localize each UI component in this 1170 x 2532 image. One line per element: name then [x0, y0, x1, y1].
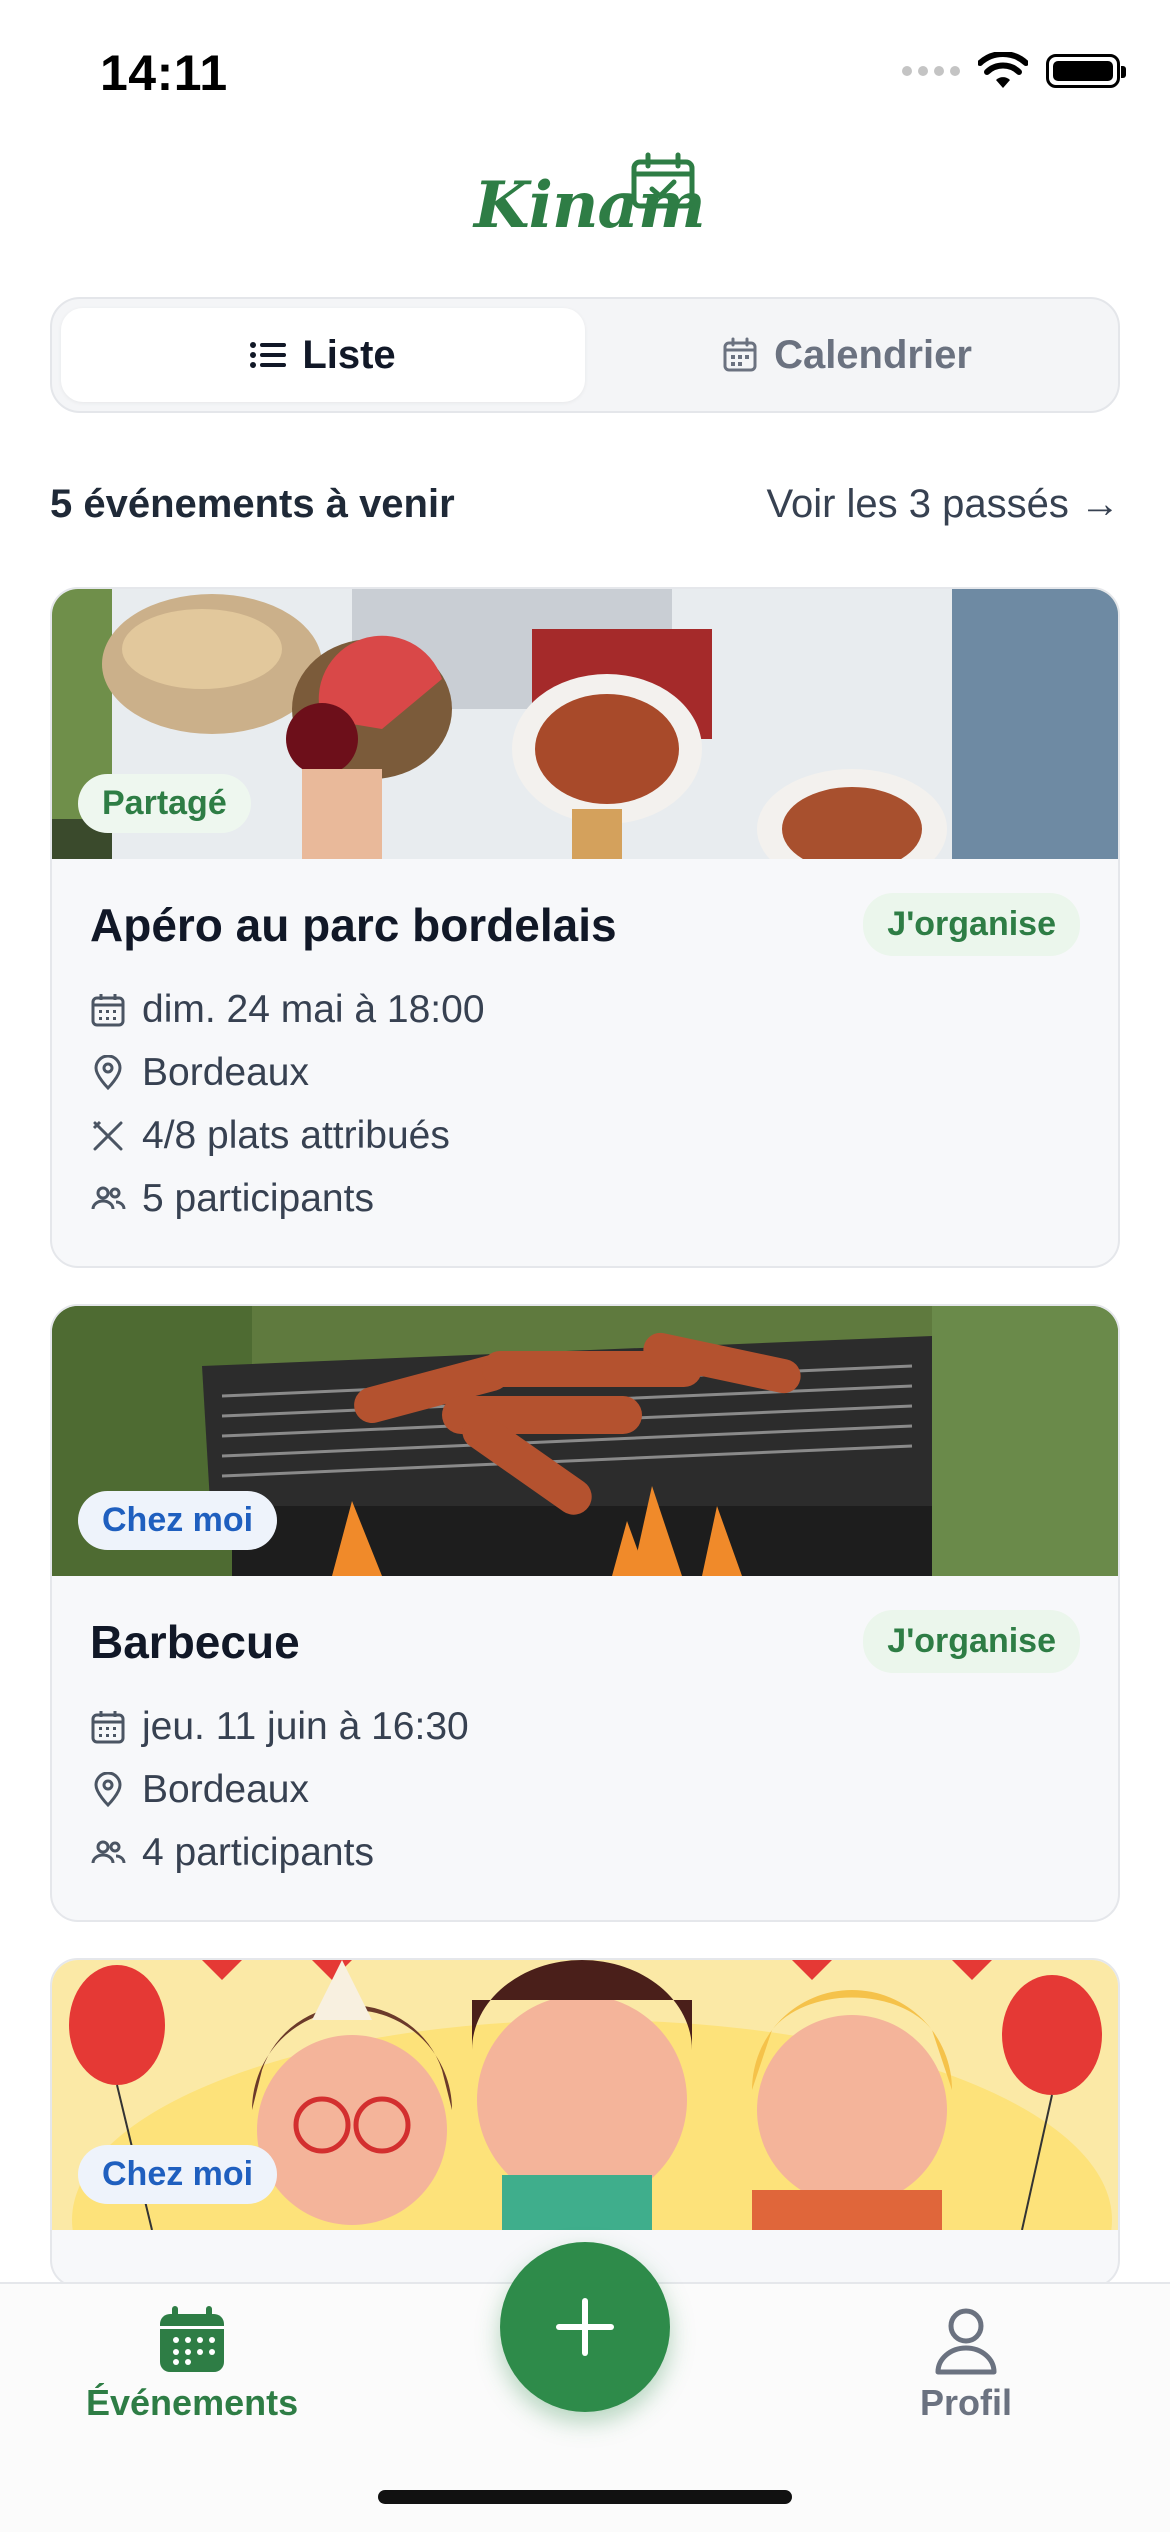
- organizer-badge: J'organise: [863, 1610, 1080, 1673]
- status-time: 14:11: [100, 45, 228, 101]
- event-date: jeu. 11 juin à 16:30: [90, 1695, 1080, 1758]
- calendar-icon: [723, 337, 757, 372]
- event-date: dim. 24 mai à 18:00: [90, 978, 1080, 1041]
- event-participants: 5 participants: [90, 1167, 1080, 1230]
- event-title: Barbecue: [90, 1615, 300, 1668]
- calendar-icon: [160, 2306, 225, 2372]
- event-location: Bordeaux: [90, 1758, 1080, 1821]
- upcoming-count: 5 événements à venir: [50, 482, 455, 526]
- event-image-barbecue: Chez moi: [52, 1306, 1118, 1576]
- section-header: 5 événements à venir Voir les 3 passés →: [50, 482, 1120, 527]
- tab-list[interactable]: Liste: [61, 308, 585, 402]
- battery-icon: [1046, 54, 1126, 88]
- event-card[interactable]: Chez moi: [50, 1958, 1120, 2288]
- tab-list-label: Liste: [302, 332, 396, 377]
- calendar-check-icon: [631, 152, 695, 209]
- calendar-icon: [91, 993, 125, 1026]
- users-icon: [91, 1840, 126, 1863]
- nav-profile-label: Profil: [920, 2382, 1013, 2423]
- list-icon: [250, 342, 287, 368]
- app-logo: Kinam: [470, 150, 706, 250]
- location-pin-icon: [94, 1771, 122, 1807]
- user-icon: [935, 2308, 997, 2375]
- organizer-badge: J'organise: [863, 893, 1080, 956]
- event-card[interactable]: Partagé Apéro au parc bordelais J'organi…: [50, 587, 1120, 1268]
- event-type-chip: Partagé: [78, 774, 251, 833]
- event-title: Apéro au parc bordelais: [90, 898, 617, 951]
- users-icon: [91, 1186, 126, 1209]
- event-location: Bordeaux: [90, 1041, 1080, 1104]
- location-pin-icon: [94, 1054, 122, 1090]
- nav-profile[interactable]: Profil: [920, 2304, 1012, 2424]
- plus-icon: [556, 2298, 614, 2356]
- past-events-link[interactable]: Voir les 3 passés →: [767, 482, 1121, 527]
- signal-icon: [902, 66, 960, 76]
- status-icons: [902, 52, 1126, 90]
- add-event-button[interactable]: [500, 2242, 670, 2412]
- event-type-chip: Chez moi: [78, 2145, 278, 2204]
- view-toggle: Liste Calendrier: [50, 297, 1120, 413]
- home-indicator: [378, 2490, 792, 2504]
- event-type-chip: Chez moi: [78, 1491, 278, 1550]
- event-participants: 4 participants: [90, 1821, 1080, 1884]
- nav-events-label: Événements: [86, 2382, 299, 2423]
- status-bar: 14:11: [0, 0, 1170, 150]
- event-card[interactable]: Chez moi Barbecue J'organise jeu. 11 jui…: [50, 1304, 1120, 1922]
- event-dishes: 4/8 plats attribués: [90, 1104, 1080, 1167]
- wifi-icon: [978, 52, 1028, 88]
- tab-calendar[interactable]: Calendrier: [585, 308, 1109, 402]
- calendar-icon: [91, 1710, 125, 1743]
- tab-calendar-label: Calendrier: [774, 332, 972, 377]
- nav-events[interactable]: Événements: [86, 2304, 298, 2424]
- utensils-icon: [92, 1120, 123, 1150]
- event-image-picnic: Partagé: [52, 589, 1118, 859]
- event-image-birthday: Chez moi: [52, 1960, 1118, 2230]
